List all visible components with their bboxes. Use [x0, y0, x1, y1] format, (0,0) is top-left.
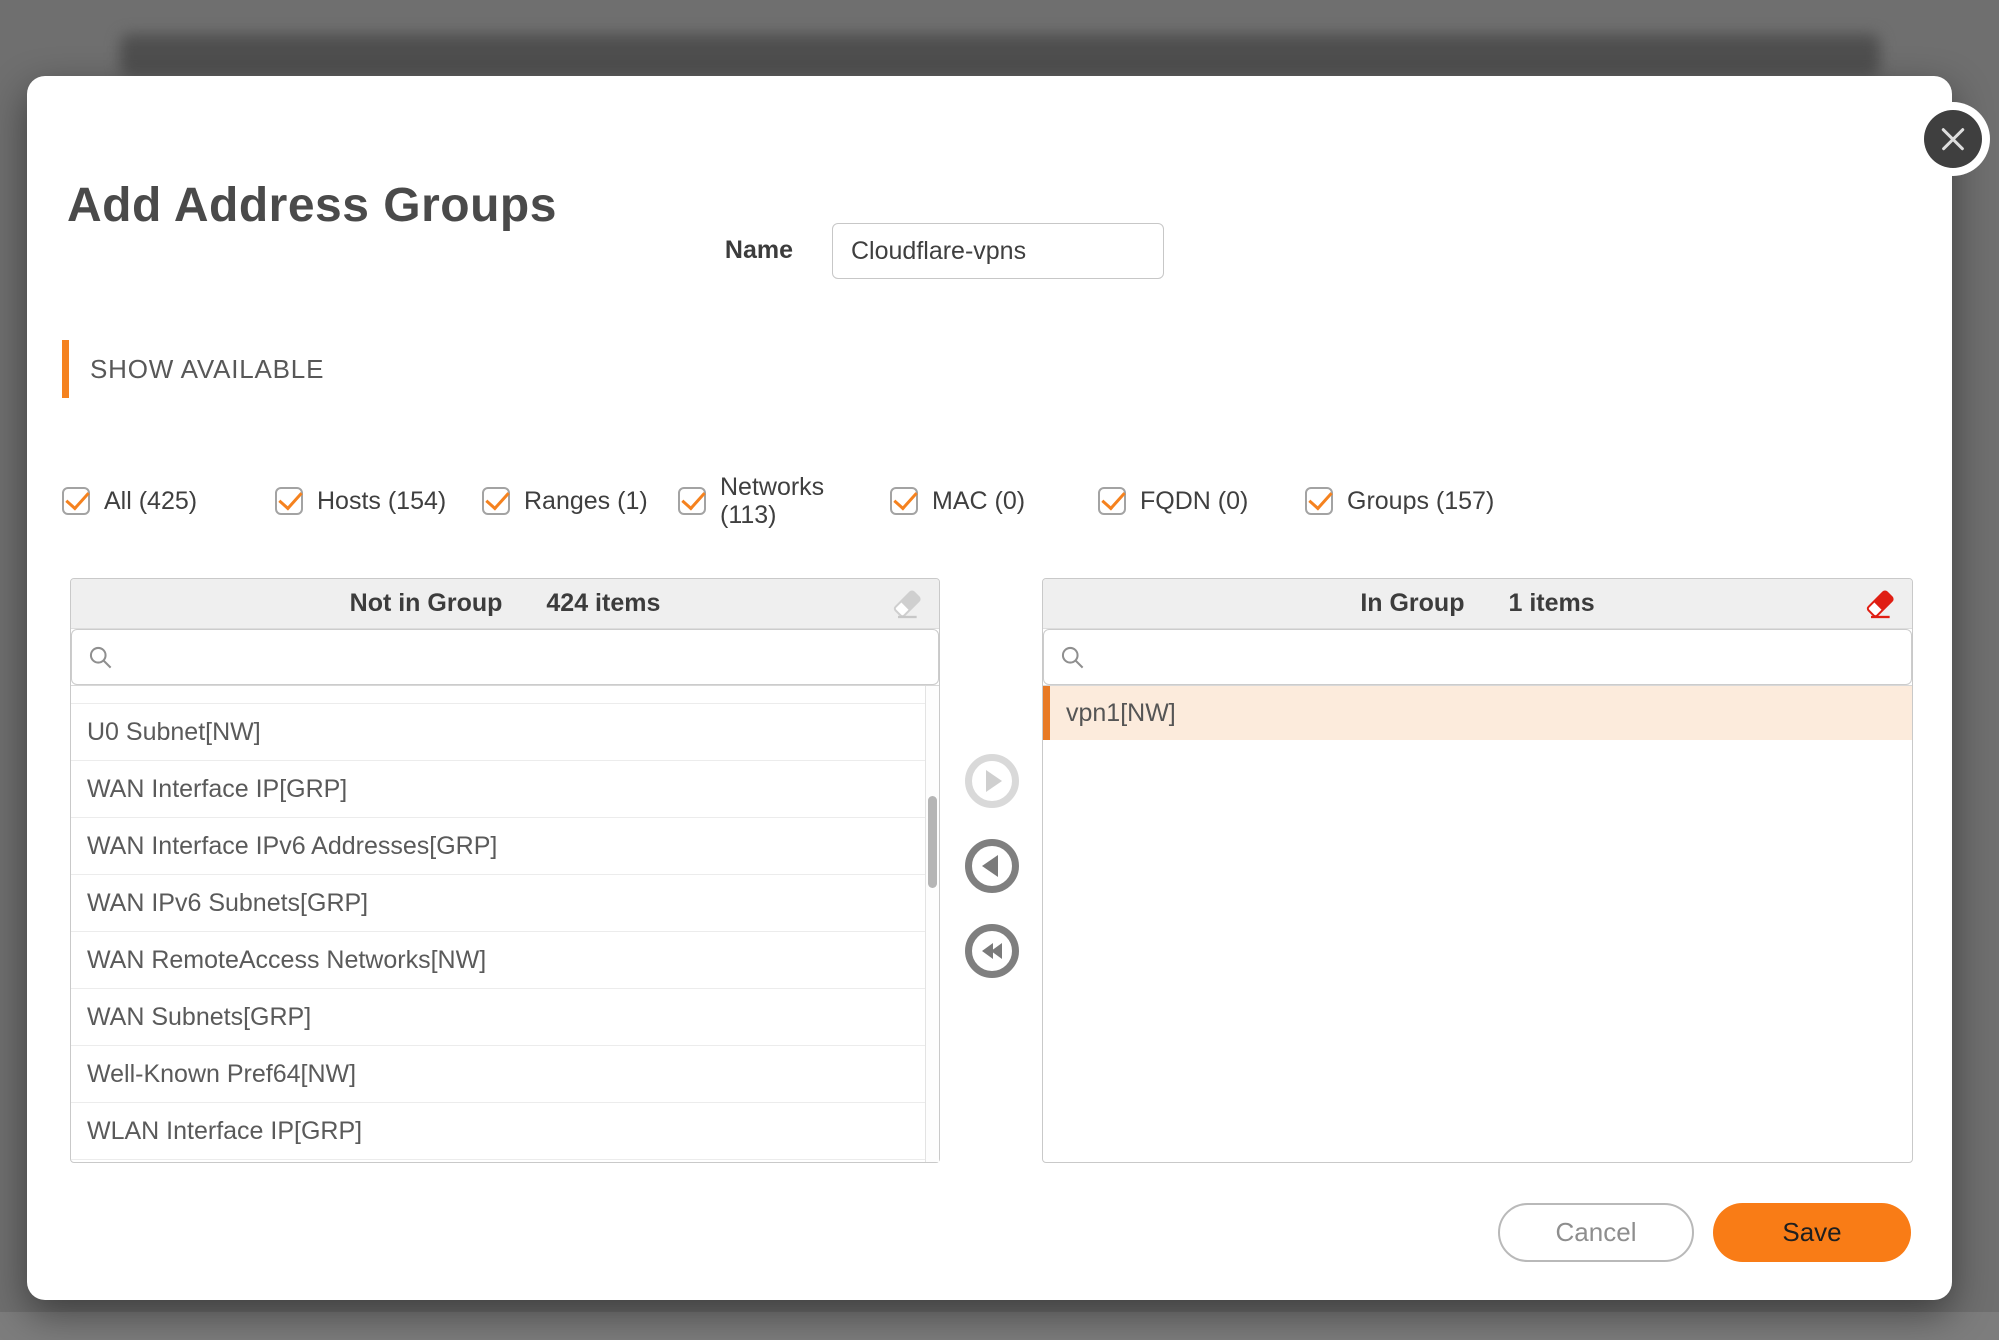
list-item[interactable]: Well-Known Pref64[NW]	[71, 1046, 925, 1103]
not-in-group-header: Not in Group 424 items	[71, 579, 939, 629]
filter-label: MAC (0)	[932, 487, 1025, 515]
search-icon	[87, 644, 114, 676]
in-group-panel: In Group 1 items	[1042, 578, 1913, 1163]
clear-selection-eraser-icon[interactable]	[889, 586, 925, 622]
move-all-left-button[interactable]	[965, 924, 1019, 978]
filter-ranges[interactable]: Ranges (1)	[482, 487, 648, 515]
not-in-group-search-input[interactable]	[71, 629, 939, 685]
list-item[interactable]: WAN IPv6 Subnets[GRP]	[71, 875, 925, 932]
filter-label: Hosts (154)	[317, 487, 446, 515]
filter-label: FQDN (0)	[1140, 487, 1248, 515]
background-page-remnant	[120, 34, 1880, 76]
filter-fqdn[interactable]: FQDN (0)	[1098, 487, 1248, 515]
filter-label: All (425)	[104, 487, 197, 515]
close-icon	[1924, 110, 1982, 168]
vertical-scrollbar[interactable]	[925, 686, 939, 1162]
list-item[interactable]: WAN Interface IP[GRP]	[71, 761, 925, 818]
filter-hosts[interactable]: Hosts (154)	[275, 487, 446, 515]
name-label: Name	[687, 236, 793, 265]
cancel-button[interactable]: Cancel	[1498, 1203, 1694, 1262]
search-icon	[1059, 644, 1086, 676]
filter-mac[interactable]: MAC (0)	[890, 487, 1025, 515]
arrow-left-icon	[982, 855, 998, 877]
move-left-button[interactable]	[965, 839, 1019, 893]
section-header: SHOW AVAILABLE	[90, 354, 324, 385]
name-input[interactable]	[832, 223, 1164, 279]
checkbox-checked-icon	[1305, 487, 1333, 515]
not-in-group-panel: Not in Group 424 items	[70, 578, 940, 1163]
list-item[interactable]: WAN Subnets[GRP]	[71, 989, 925, 1046]
list-item[interactable]: WAN RemoteAccess Networks[NW]	[71, 932, 925, 989]
list-item[interactable]: U0 Subnet[NW]	[71, 704, 925, 761]
list-item[interactable]: WLAN Interface IP[GRP]	[71, 1103, 925, 1160]
background-bottom-band	[0, 1312, 1999, 1340]
close-button[interactable]	[1916, 102, 1990, 176]
panel-title: In Group	[1360, 589, 1464, 618]
screen-background: Add Address Groups Name SHOW AVAILABLE A…	[0, 0, 1999, 1340]
dialog-title: Add Address Groups	[67, 178, 557, 233]
selected-list-item[interactable]: vpn1[NW]	[1043, 686, 1912, 740]
filter-label: Groups (157)	[1347, 487, 1494, 515]
filter-label: Networks (113)	[720, 473, 836, 529]
section-accent-bar	[62, 340, 69, 398]
panel-count: 424 items	[546, 589, 660, 618]
remove-all-eraser-icon[interactable]	[1862, 586, 1898, 622]
checkbox-checked-icon	[890, 487, 918, 515]
in-group-search-input[interactable]	[1043, 629, 1912, 685]
add-address-groups-dialog: Add Address Groups Name SHOW AVAILABLE A…	[27, 76, 1952, 1300]
checkbox-checked-icon	[482, 487, 510, 515]
scrolled-partial-row	[71, 686, 925, 704]
panel-count: 1 items	[1508, 589, 1594, 618]
scrollbar-thumb[interactable]	[928, 796, 937, 888]
move-right-button[interactable]	[965, 754, 1019, 808]
arrow-right-icon	[986, 770, 1002, 792]
checkbox-checked-icon	[62, 487, 90, 515]
panel-title: Not in Group	[350, 589, 503, 618]
checkbox-checked-icon	[678, 487, 706, 515]
save-button[interactable]: Save	[1713, 1203, 1911, 1262]
checkbox-checked-icon	[275, 487, 303, 515]
filter-groups[interactable]: Groups (157)	[1305, 487, 1494, 515]
not-in-group-search	[71, 629, 939, 686]
not-in-group-list: U0 Subnet[NW] WAN Interface IP[GRP] WAN …	[71, 686, 939, 1160]
list-item[interactable]: WAN Interface IPv6 Addresses[GRP]	[71, 818, 925, 875]
checkbox-checked-icon	[1098, 487, 1126, 515]
filter-label: Ranges (1)	[524, 487, 648, 515]
filter-networks[interactable]: Networks (113)	[678, 473, 836, 529]
in-group-search	[1043, 629, 1912, 686]
in-group-header: In Group 1 items	[1043, 579, 1912, 629]
filter-all[interactable]: All (425)	[62, 487, 197, 515]
double-arrow-left-icon	[991, 943, 1002, 959]
